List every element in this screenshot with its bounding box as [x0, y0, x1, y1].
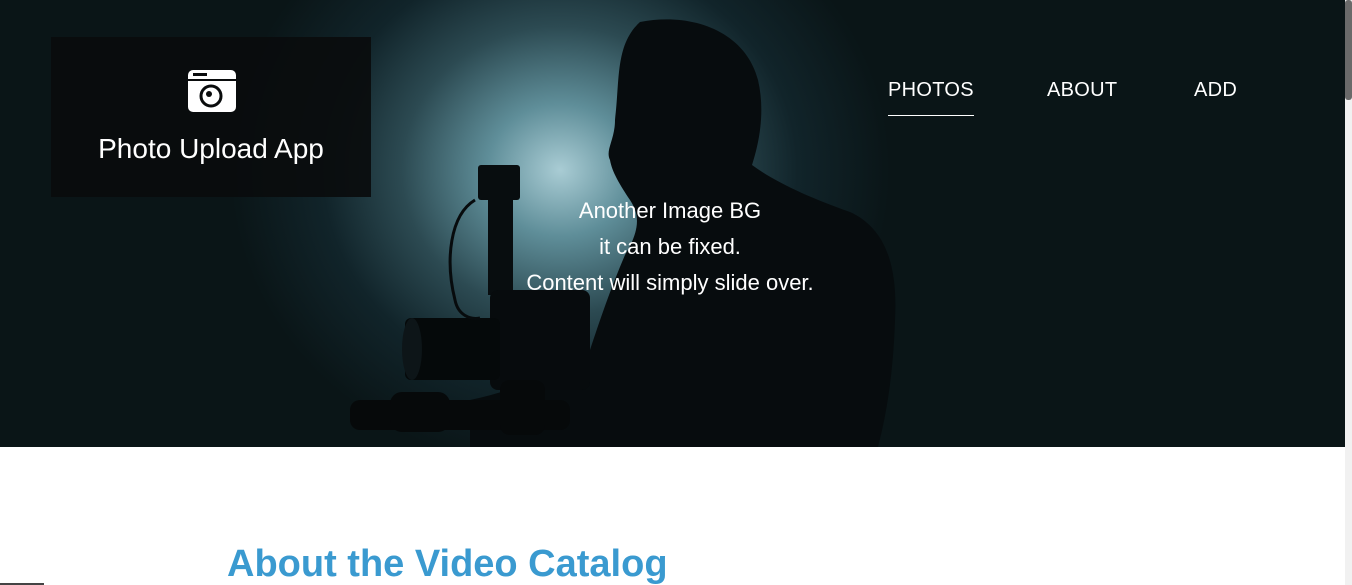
nav-item-add[interactable]: ADD [1194, 79, 1237, 115]
hero-line: Another Image BG [578, 198, 762, 223]
hero-line: it can be fixed. [599, 234, 741, 259]
app-title: Photo Upload App [98, 133, 324, 164]
hero-line: Content will simply slide over. [526, 270, 814, 295]
camera-folder-icon [187, 69, 237, 113]
hero-banner: Photo Upload App PHOTOS ABOUT ADD Anothe… [0, 0, 1345, 447]
nav-item-photos[interactable]: PHOTOS [888, 79, 974, 116]
logo-panel[interactable]: Photo Upload App [51, 37, 371, 197]
nav-item-about[interactable]: ABOUT [1047, 79, 1117, 115]
scrollbar-thumb[interactable] [1345, 0, 1352, 100]
hero-caption: Another Image BG it can be fixed. Conten… [470, 193, 870, 301]
page-scrollbar[interactable] [1345, 0, 1352, 585]
section-title: About the Video Catalog [227, 543, 668, 585]
